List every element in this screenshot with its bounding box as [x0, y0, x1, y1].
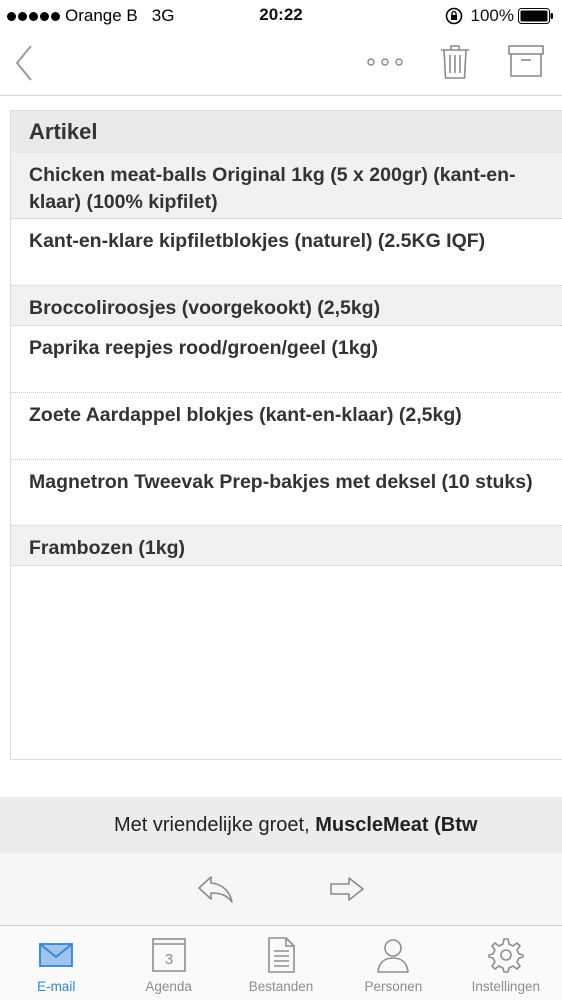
mail-icon [39, 943, 74, 967]
email-content: Artikel Chicken meat-balls Original 1kg … [10, 110, 562, 760]
table-row: Frambozen (1kg) [11, 526, 562, 566]
battery-icon [518, 8, 553, 24]
reply-button[interactable] [196, 873, 234, 905]
forward-button[interactable] [328, 873, 366, 905]
tab-instellingen[interactable]: Instellingen [450, 926, 562, 1000]
signature-text: Met vriendelijke groet, MuscleMeat (Btw [114, 814, 477, 837]
reply-icon [198, 876, 233, 903]
signature-greeting: Met vriendelijke groet, [114, 814, 316, 836]
battery-percentage: 100% [470, 6, 514, 25]
forward-arrow-icon [330, 877, 364, 901]
person-icon [377, 939, 410, 973]
rotation-lock-icon [445, 7, 462, 25]
tab-bar: E-mail 3 Agenda Bestanden Personen Inste… [0, 925, 562, 1000]
reply-bar [0, 853, 562, 925]
trash-icon [441, 45, 469, 79]
tab-email[interactable]: E-mail [0, 926, 112, 1000]
more-icon [367, 58, 403, 66]
tab-personen[interactable]: Personen [337, 926, 449, 1000]
archive-button[interactable] [508, 44, 544, 78]
back-button[interactable] [12, 43, 36, 83]
table-row: Broccoliroosjes (voorgekookt) (2,5kg) [11, 286, 562, 326]
table-row: Kant-en-klare kipfiletblokjes (naturel) … [11, 219, 562, 286]
tab-label: Bestanden [248, 979, 314, 994]
chevron-left-icon [15, 45, 32, 81]
tab-label: E-mail [37, 979, 76, 994]
signature-company: MuscleMeat (Btw [315, 814, 478, 836]
tab-agenda[interactable]: 3 Agenda [112, 926, 224, 1000]
archive-icon [508, 45, 544, 77]
table-row: Paprika reepjes rood/groen/geel (1kg) [11, 326, 562, 393]
calendar-icon: 3 [151, 938, 186, 972]
tab-bestanden[interactable]: Bestanden [225, 926, 337, 1000]
tab-label: Instellingen [471, 979, 540, 994]
signature-bar: Met vriendelijke groet, MuscleMeat (Btw [0, 797, 562, 853]
delete-button[interactable] [440, 44, 470, 80]
status-bar: Orange B 3G 20:22 100% [0, 0, 562, 32]
table-header: Artikel [11, 111, 562, 153]
table-row: Zoete Aardappel blokjes (kant-en-klaar) … [11, 393, 562, 460]
document-icon [268, 937, 295, 973]
more-button[interactable] [366, 54, 404, 70]
table-row: Magnetron Tweevak Prep-bakjes met deksel… [11, 460, 562, 526]
nav-bar [0, 32, 562, 96]
tab-label: Agenda [145, 979, 192, 994]
calendar-badge: 3 [164, 951, 172, 968]
tab-label: Personen [364, 979, 423, 994]
status-right: 100% [445, 6, 554, 26]
table-row: Chicken meat-balls Original 1kg (5 x 200… [11, 153, 562, 219]
gear-icon [488, 938, 524, 973]
